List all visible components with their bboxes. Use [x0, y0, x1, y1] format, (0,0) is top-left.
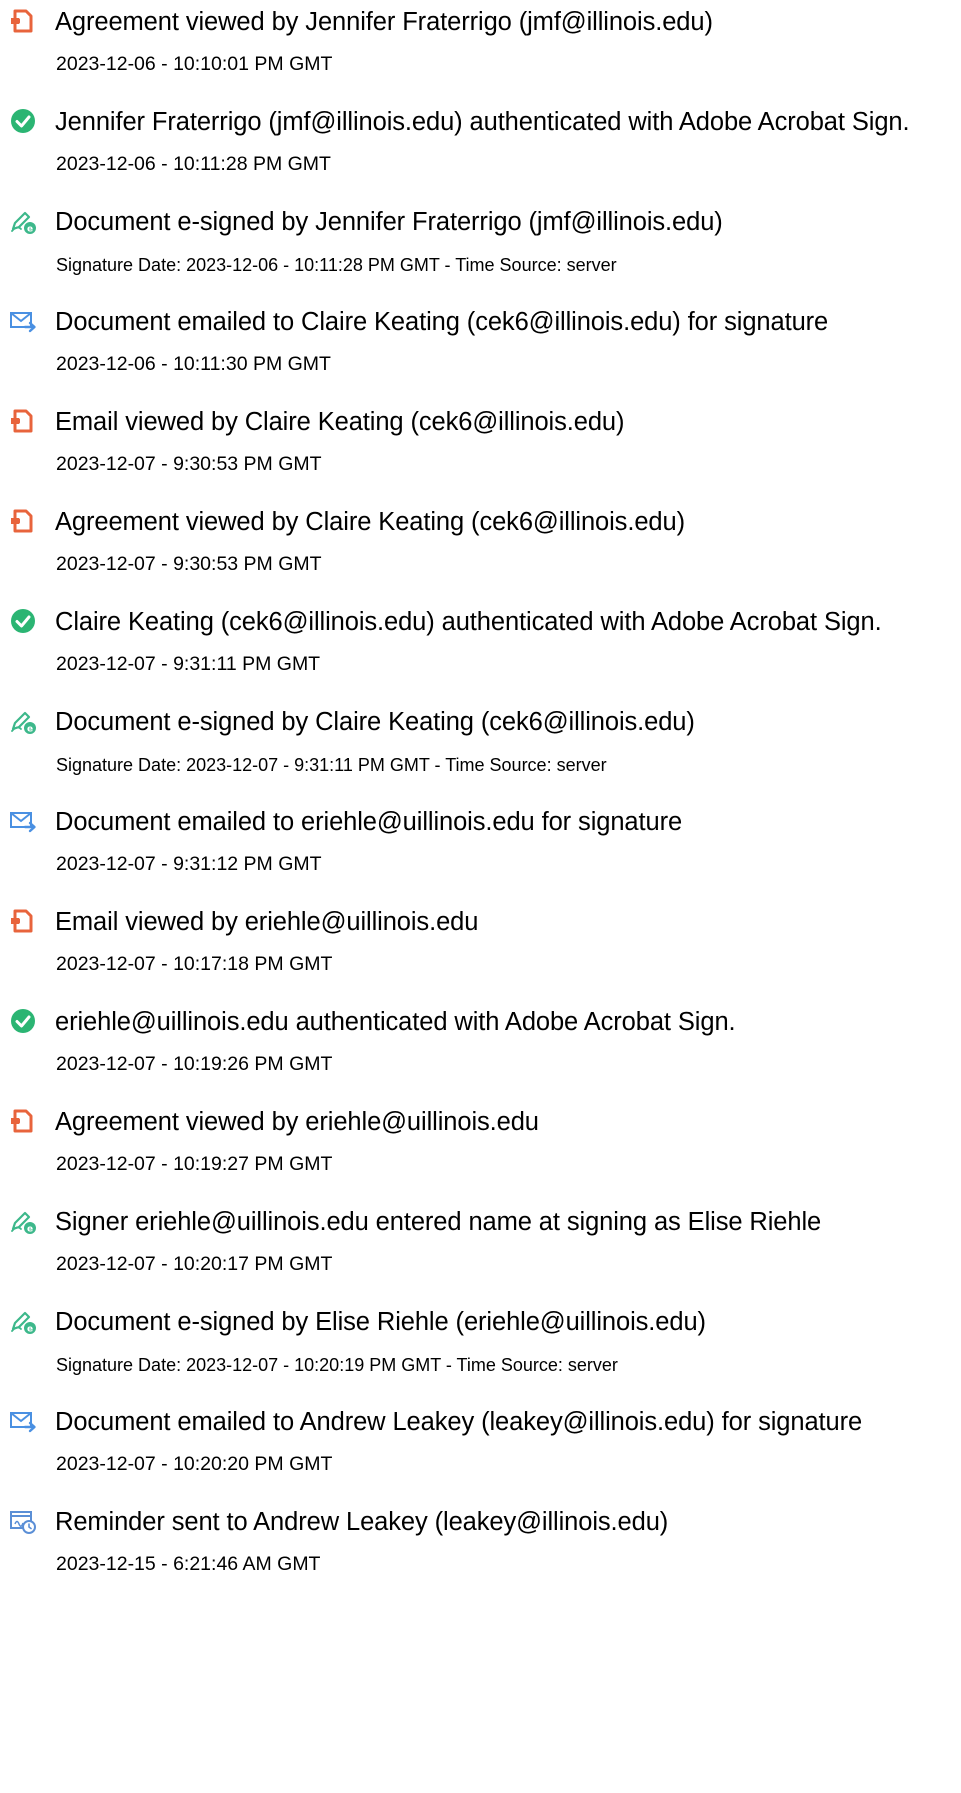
email-sent-icon	[9, 807, 37, 835]
event-title: Jennifer Fraterrigo (jmf@illinois.edu) a…	[55, 108, 910, 136]
event-title: eriehle@uillinois.edu authenticated with…	[55, 1008, 736, 1036]
event-timestamp: 2023-12-06 - 10:11:28 PM GMT	[56, 153, 331, 175]
audit-event: Email viewed by Claire Keating (cek6@ill…	[0, 400, 961, 500]
event-timestamp: 2023-12-07 - 10:19:27 PM GMT	[56, 1153, 333, 1175]
audit-event: eriehle@uillinois.edu authenticated with…	[0, 1000, 961, 1100]
audit-event: Document emailed to Andrew Leakey (leake…	[0, 1400, 961, 1500]
audit-event: Document emailed to Claire Keating (cek6…	[0, 300, 961, 400]
authenticated-check-icon	[9, 607, 37, 635]
audit-event: e Document e-signed by Elise Riehle (eri…	[0, 1300, 961, 1400]
svg-text:e: e	[27, 725, 33, 735]
event-timestamp: 2023-12-07 - 9:30:53 PM GMT	[56, 553, 322, 575]
event-title: Document e-signed by Elise Riehle (erieh…	[55, 1308, 706, 1336]
audit-event: Agreement viewed by Claire Keating (cek6…	[0, 500, 961, 600]
document-viewed-icon	[9, 407, 37, 435]
email-sent-icon	[9, 1407, 37, 1435]
reminder-clock-icon	[9, 1507, 37, 1535]
event-title: Agreement viewed by eriehle@uillinois.ed…	[55, 1108, 539, 1136]
event-signature-date: Signature Date: 2023-12-06 - 10:11:28 PM…	[56, 255, 617, 275]
event-timestamp: 2023-12-07 - 9:31:11 PM GMT	[56, 653, 321, 675]
authenticated-check-icon	[9, 1007, 37, 1035]
document-viewed-icon	[9, 1107, 37, 1135]
event-timestamp: 2023-12-07 - 10:20:20 PM GMT	[56, 1453, 333, 1475]
event-title: Document e-signed by Jennifer Fraterrigo…	[55, 208, 723, 236]
event-timestamp: 2023-12-07 - 10:19:26 PM GMT	[56, 1053, 333, 1075]
event-signature-date: Signature Date: 2023-12-07 - 10:20:19 PM…	[56, 1355, 618, 1375]
audit-event: Agreement viewed by Jennifer Fraterrigo …	[0, 0, 961, 100]
e-signed-pen-icon: e	[9, 207, 37, 235]
event-timestamp: 2023-12-06 - 10:11:30 PM GMT	[56, 353, 331, 375]
event-timestamp: 2023-12-06 - 10:10:01 PM GMT	[56, 53, 333, 75]
event-title: Agreement viewed by Claire Keating (cek6…	[55, 508, 685, 536]
svg-text:e: e	[27, 1325, 33, 1335]
audit-event: e Document e-signed by Claire Keating (c…	[0, 700, 961, 800]
audit-event: Email viewed by eriehle@uillinois.edu 20…	[0, 900, 961, 1000]
e-signed-pen-icon: e	[9, 707, 37, 735]
event-title: Reminder sent to Andrew Leakey (leakey@i…	[55, 1508, 669, 1536]
document-viewed-icon	[9, 7, 37, 35]
audit-event: Document emailed to eriehle@uillinois.ed…	[0, 800, 961, 900]
event-title: Email viewed by Claire Keating (cek6@ill…	[55, 408, 625, 436]
event-signature-date: Signature Date: 2023-12-07 - 9:31:11 PM …	[56, 755, 607, 775]
event-timestamp: 2023-12-07 - 9:30:53 PM GMT	[56, 453, 322, 475]
event-title: Agreement viewed by Jennifer Fraterrigo …	[55, 8, 713, 36]
audit-event: e Document e-signed by Jennifer Fraterri…	[0, 200, 961, 300]
event-title: Document e-signed by Claire Keating (cek…	[55, 708, 695, 736]
event-title: Document emailed to Andrew Leakey (leake…	[55, 1408, 863, 1436]
event-title: Document emailed to eriehle@uillinois.ed…	[55, 808, 683, 836]
event-title: Claire Keating (cek6@illinois.edu) authe…	[55, 608, 882, 636]
event-timestamp: 2023-12-07 - 10:17:18 PM GMT	[56, 953, 333, 975]
event-timestamp: 2023-12-07 - 9:31:12 PM GMT	[56, 853, 322, 875]
event-title: Email viewed by eriehle@uillinois.edu	[55, 908, 479, 936]
authenticated-check-icon	[9, 107, 37, 135]
email-sent-icon	[9, 307, 37, 335]
audit-event: Claire Keating (cek6@illinois.edu) authe…	[0, 600, 961, 700]
event-timestamp: 2023-12-07 - 10:20:17 PM GMT	[56, 1253, 333, 1275]
e-signed-pen-icon: e	[9, 1207, 37, 1235]
svg-text:e: e	[27, 1225, 33, 1235]
document-viewed-icon	[9, 507, 37, 535]
document-viewed-icon	[9, 907, 37, 935]
audit-event: Agreement viewed by eriehle@uillinois.ed…	[0, 1100, 961, 1200]
audit-event: e Signer eriehle@uillinois.edu entered n…	[0, 1200, 961, 1300]
event-timestamp: 2023-12-15 - 6:21:46 AM GMT	[56, 1553, 321, 1575]
audit-event: Jennifer Fraterrigo (jmf@illinois.edu) a…	[0, 100, 961, 200]
e-signed-pen-icon: e	[9, 1307, 37, 1335]
event-title: Document emailed to Claire Keating (cek6…	[55, 308, 829, 336]
audit-event: Reminder sent to Andrew Leakey (leakey@i…	[0, 1500, 961, 1600]
svg-text:e: e	[27, 225, 33, 235]
event-title: Signer eriehle@uillinois.edu entered nam…	[55, 1208, 822, 1236]
